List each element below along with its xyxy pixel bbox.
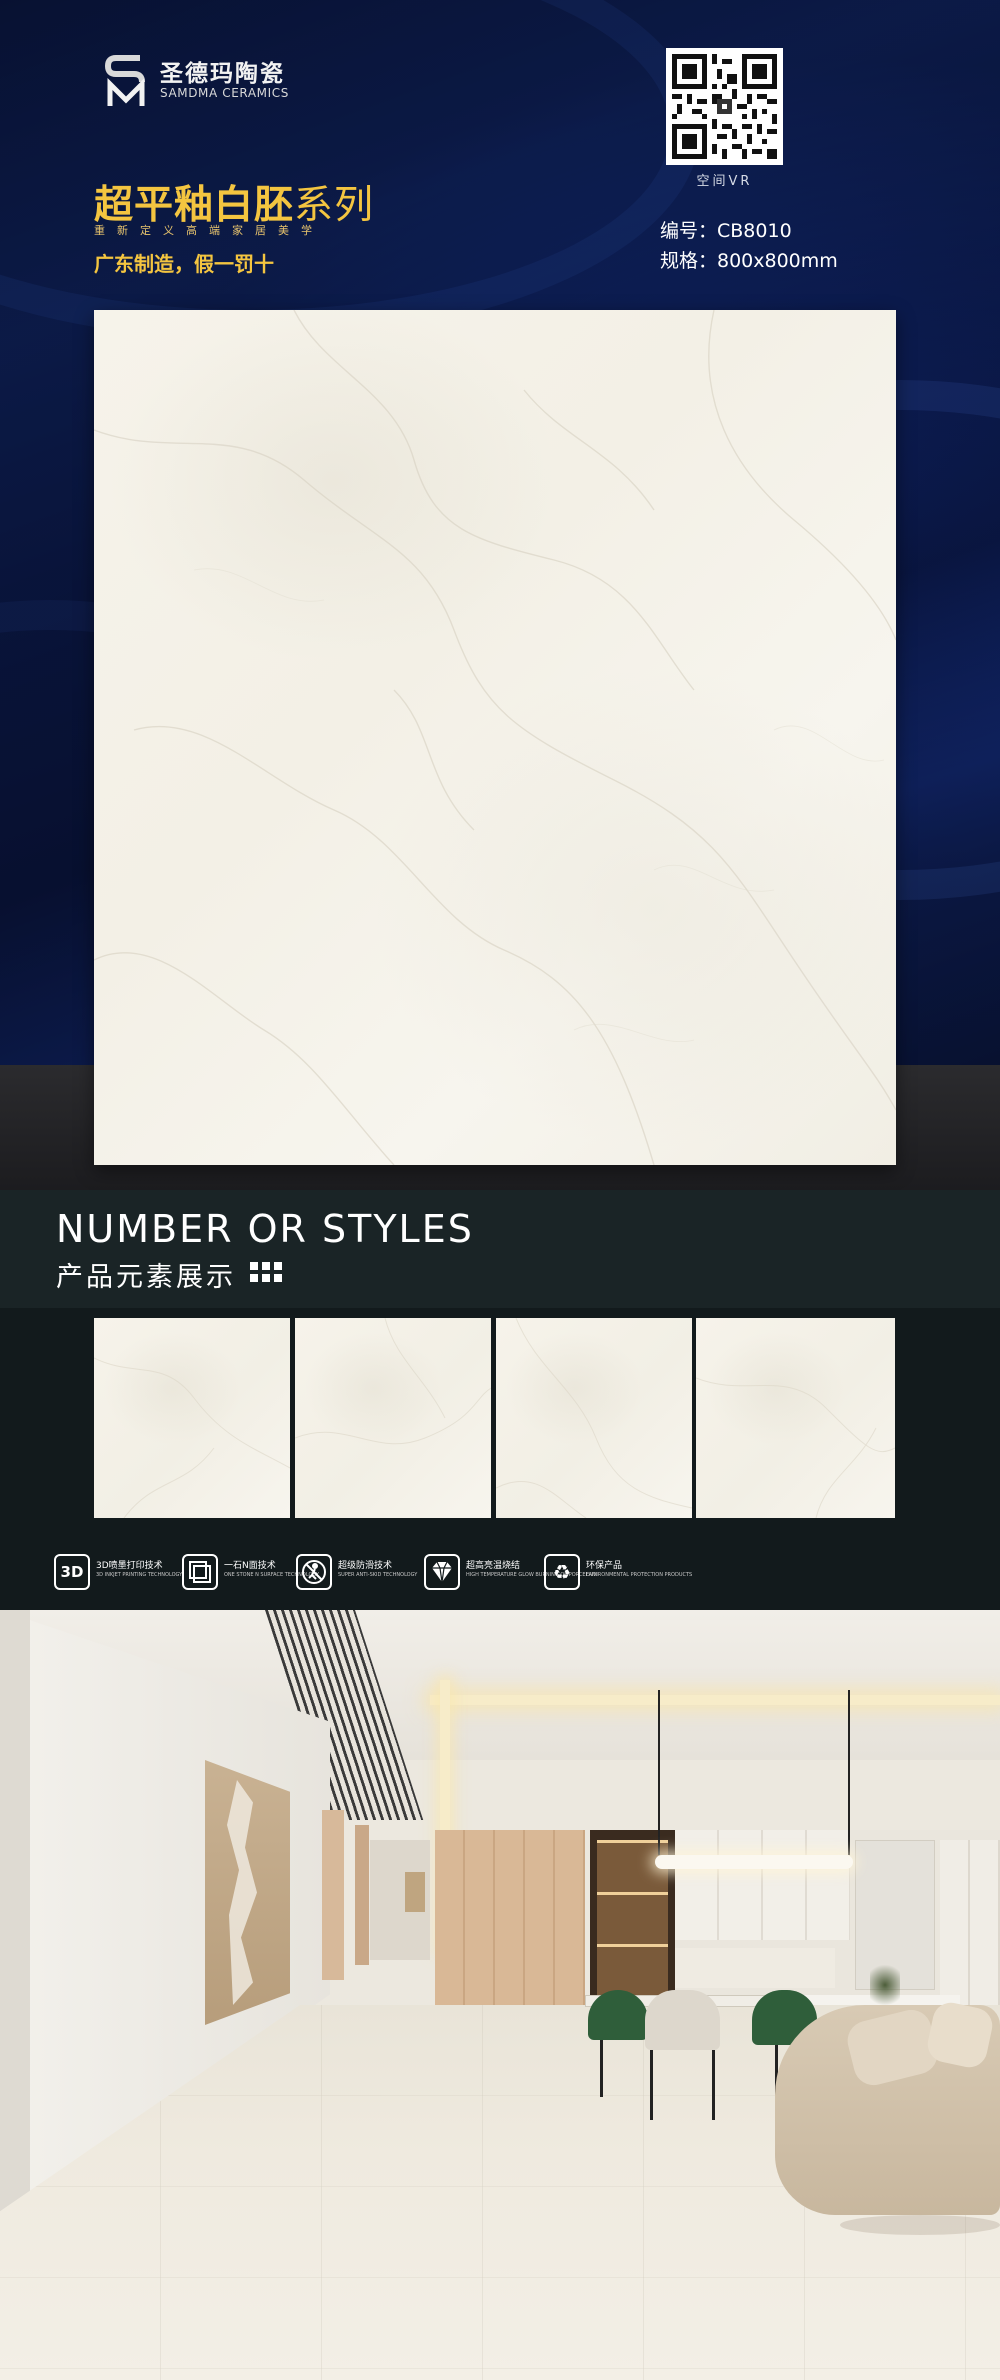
tech-label-en: SUPER ANTI-SKID TECHNOLOGY: [338, 1572, 418, 1578]
corridor-art: [405, 1872, 425, 1912]
grid-dots-icon: [250, 1262, 282, 1282]
marble-vein-pattern: [696, 1377, 895, 1518]
room-scene-image: [0, 1610, 1000, 2380]
brand-logo: 圣德玛陶瓷 SAMDMA CERAMICS: [104, 52, 304, 108]
door: [355, 1825, 369, 1965]
qr-code-icon: [672, 54, 777, 159]
brand-name-en: SAMDMA CERAMICS: [160, 86, 289, 100]
tile-thumbnail[interactable]: [496, 1318, 692, 1518]
plant: [870, 1960, 900, 2010]
tech-label-cn: 环保产品: [586, 1561, 623, 1571]
logo-mark-icon: [104, 55, 145, 106]
tech-label-en: ENVIRONMENTAL PROTECTION PRODUCTS: [586, 1572, 693, 1578]
chair-leg: [712, 2050, 715, 2120]
tile-thumbnail[interactable]: [696, 1318, 895, 1518]
tile-thumbnail[interactable]: [295, 1318, 491, 1518]
technology-features: 3D 3D喷墨打印技术 3D INKJET PRINTING TECHNOLOG…: [54, 1552, 954, 1592]
product-size: 规格：800x800mm: [660, 250, 838, 272]
vr-qr-code[interactable]: [666, 48, 783, 165]
ceiling-light-strip: [430, 1695, 1000, 1705]
tile-thumbnail[interactable]: [94, 1318, 290, 1518]
sofa-shadow: [840, 2215, 1000, 2235]
lamp-wire: [848, 1690, 850, 1855]
left-wall-edge: [0, 1610, 30, 2290]
product-code: 编号：CB8010: [660, 220, 792, 242]
kitchen-cabinets: [675, 1830, 850, 1940]
tech-label-cn: 超级防滑技术: [338, 1561, 393, 1571]
marble-vein-pattern: [496, 1318, 692, 1518]
tech-label-cn: 一石N面技术: [224, 1561, 276, 1571]
3d-icon: 3D: [54, 1554, 90, 1590]
tech-feature-recycle: ♻ 环保产品 ENVIRONMENTAL PROTECTION PRODUCTS: [544, 1552, 714, 1592]
styles-title-en: NUMBER OR STYLES: [56, 1207, 474, 1251]
marble-vein-pattern: [94, 310, 896, 1165]
recycle-icon: ♻: [544, 1554, 580, 1590]
anti-slip-icon: [296, 1554, 332, 1590]
tech-label-en: 3D INKJET PRINTING TECHNOLOGY: [96, 1572, 183, 1578]
beige-chair: [645, 1990, 720, 2050]
layers-icon: [182, 1554, 218, 1590]
series-subtitle: 重新定义高端家居美学: [94, 224, 324, 237]
qr-caption: 空间VR: [696, 174, 753, 189]
tech-label-cn: 3D喷墨打印技术: [96, 1561, 163, 1571]
marble-vein-pattern: [295, 1318, 491, 1445]
kitchen-backsplash: [675, 1948, 835, 1988]
door: [322, 1810, 344, 1980]
made-in-slogan: 广东制造，假一罚十: [94, 252, 274, 276]
marble-vein-pattern: [94, 1357, 290, 1518]
pendant-lamp: [655, 1855, 853, 1869]
chair-leg: [650, 2050, 653, 2120]
diamond-icon: [424, 1554, 460, 1590]
tech-label-cn: 超高亮温烧结: [466, 1561, 521, 1571]
tile-main-image: [94, 310, 896, 1165]
styles-title-cn: 产品元素展示: [56, 1262, 236, 1293]
lamp-wire: [658, 1690, 660, 1855]
brand-name-cn: 圣德玛陶瓷: [160, 61, 285, 87]
background-swirl: [0, 0, 700, 340]
